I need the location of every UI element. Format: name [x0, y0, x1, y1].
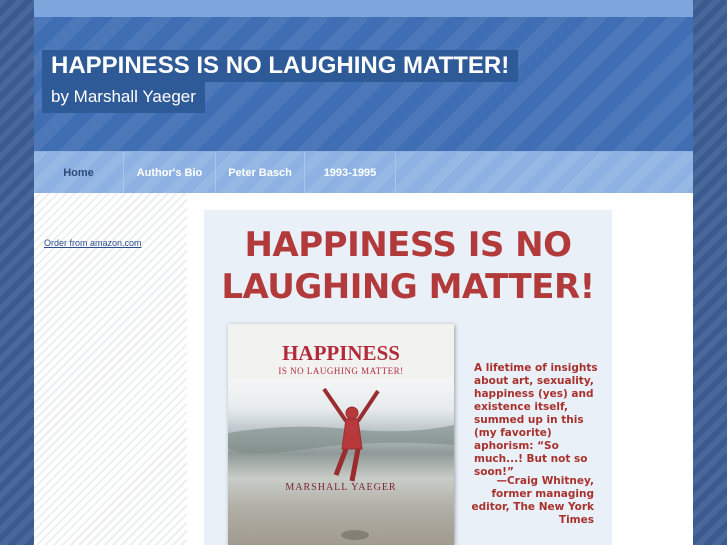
- title-box: HAPPINESS IS NO LAUGHING MATTER!: [42, 50, 519, 82]
- book-title: HAPPINESS: [282, 341, 400, 365]
- jumping-figure-illustration: [228, 387, 454, 540]
- page-wrapper: HAPPINESS IS NO LAUGHING MATTER! by Mars…: [34, 0, 693, 545]
- site-title: HAPPINESS IS NO LAUGHING MATTER!: [51, 52, 510, 79]
- beach-photo: [228, 379, 454, 545]
- nav-item-1993-1995[interactable]: 1993-1995: [305, 152, 396, 193]
- book-cover: HAPPINESS IS NO LAUGHING MATTER! MARSHAL…: [228, 324, 454, 545]
- top-strip: [34, 0, 693, 17]
- site-subtitle: by Marshall Yaeger: [51, 87, 196, 106]
- book-subtitle: IS NO LAUGHING MATTER!: [278, 366, 404, 376]
- promo-image: HAPPINESS IS NO LAUGHING MATTER! HAPPINE…: [204, 210, 612, 545]
- main-navigation: Home Author's Bio Peter Basch 1993-1995: [34, 152, 693, 193]
- endorsement-attribution: —Craig Whitney, former managing editor, …: [471, 475, 594, 526]
- nav-item-peter-basch[interactable]: Peter Basch: [216, 152, 305, 193]
- nav-item-home[interactable]: Home: [34, 152, 124, 193]
- promo-heading-line1: HAPPINESS IS NO: [244, 225, 572, 265]
- promo-heading-line2: LAUGHING MATTER!: [221, 267, 595, 307]
- nav-item-authors-bio[interactable]: Author's Bio: [124, 152, 216, 193]
- order-amazon-link[interactable]: Order from amazon.com: [44, 238, 142, 248]
- sidebar: Order from amazon.com: [34, 193, 187, 545]
- book-author: MARSHALL YAEGER: [285, 482, 397, 493]
- subtitle-box: by Marshall Yaeger: [42, 82, 205, 113]
- site-header: HAPPINESS IS NO LAUGHING MATTER! by Mars…: [34, 17, 693, 152]
- endorsement-quote: A lifetime of insights about art, sexual…: [474, 362, 598, 478]
